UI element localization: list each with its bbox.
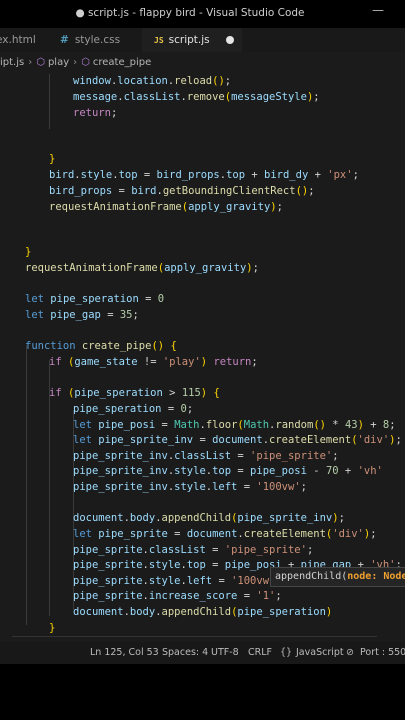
unsaved-dot-icon[interactable] <box>226 36 234 44</box>
tab-style-css[interactable]: # style.css <box>60 28 140 52</box>
line-ending[interactable]: CRLF <box>248 642 272 664</box>
tab-label: style.css <box>74 34 121 46</box>
live-server-port[interactable]: Port : 5500 <box>360 642 405 664</box>
code-line[interactable]: } <box>49 152 55 168</box>
tab-bar: ex.html # style.css JS script.js <box>0 28 405 52</box>
code-line[interactable]: bird.style.top = bird_props.top + bird_d… <box>49 168 359 184</box>
code-line[interactable]: pipe_sprite.style.left = '100vw'; <box>73 574 282 590</box>
code-line[interactable]: pipe_speration = 0; <box>73 402 193 418</box>
code-line[interactable]: pipe_sprite_inv.classList = 'pipe_sprite… <box>73 449 339 465</box>
code-line[interactable]: } <box>25 245 31 261</box>
broadcast-icon: ⊘ <box>346 647 354 658</box>
breadcrumb-play[interactable]: play <box>48 52 69 74</box>
code-line[interactable]: pipe_sprite_inv.style.top = pipe_posi - … <box>73 464 383 480</box>
breadcrumb-create-pipe[interactable]: create_pipe <box>93 52 151 74</box>
code-line[interactable]: message.classList.remove(messageStyle); <box>73 90 320 106</box>
code-line[interactable]: document.body.appendChild(pipe_sprite_in… <box>73 511 345 527</box>
css-icon: # <box>60 34 69 46</box>
title-bar: ● script.js - flappy bird - Visual Studi… <box>0 0 405 26</box>
parameter-hint-popup: appendChild(node: Node <box>270 567 405 587</box>
cube-icon: ⬡ <box>36 57 45 68</box>
breadcrumb-file[interactable]: ipt.js <box>0 52 24 74</box>
code-line[interactable]: } <box>49 621 55 637</box>
code-line[interactable]: let pipe_posi = Math.floor(Math.random()… <box>73 418 396 434</box>
tab-label: ex.html <box>0 34 36 46</box>
code-line[interactable]: document.body.appendChild(pipe_speration… <box>73 605 332 621</box>
indent-guide <box>49 74 50 129</box>
code-line[interactable]: pipe_sprite_inv.style.left = '100vw'; <box>73 480 307 496</box>
chevron-right-icon: › <box>73 57 78 68</box>
indentation[interactable]: Spaces: 4 <box>162 642 208 664</box>
chevron-right-icon: › <box>28 57 33 68</box>
window-title: ● script.js - flappy bird - Visual Studi… <box>75 7 305 19</box>
code-line[interactable]: bird_props = bird.getBoundingClientRect(… <box>49 184 315 200</box>
code-line[interactable]: let pipe_sprite_inv = document.createEle… <box>73 433 402 449</box>
code-line[interactable]: window.location.reload(); <box>73 74 231 90</box>
encoding[interactable]: UTF-8 <box>211 642 239 664</box>
language-mode[interactable]: JavaScript <box>296 642 344 664</box>
code-line[interactable]: return; <box>73 106 117 122</box>
tab-script-js[interactable]: JS script.js <box>142 28 242 52</box>
indent-guide <box>26 345 27 625</box>
breadcrumb: ipt.js › ⬡ play › ⬡ create_pipe <box>0 52 405 74</box>
code-line[interactable]: if (game_state != 'play') return; <box>49 355 258 371</box>
js-icon: JS <box>154 36 164 45</box>
cube-icon: ⬡ <box>81 57 90 68</box>
code-line[interactable]: pipe_sprite.classList = 'pipe_sprite'; <box>73 543 313 559</box>
hint-param: node: Node <box>347 571 405 582</box>
braces-icon: {} <box>280 647 293 658</box>
code-line[interactable]: if (pipe_speration > 115) { <box>49 386 220 402</box>
code-line[interactable]: requestAnimationFrame(apply_gravity); <box>25 261 259 277</box>
code-line[interactable]: let pipe_speration = 0 <box>25 292 164 308</box>
minimize-button[interactable]: — <box>372 3 384 17</box>
tab-label: script.js <box>168 34 210 46</box>
hint-function: appendChild( <box>275 571 348 582</box>
cursor-position[interactable]: Ln 125, Col 53 <box>90 642 159 664</box>
divider <box>12 636 377 637</box>
code-line[interactable]: function create_pipe() { <box>25 339 177 355</box>
code-line[interactable]: let pipe_sprite = document.createElement… <box>73 527 377 543</box>
tab-index-html[interactable]: ex.html <box>0 28 44 52</box>
code-line[interactable]: requestAnimationFrame(apply_gravity); <box>49 200 283 216</box>
status-bar: Ln 125, Col 53 Spaces: 4 UTF-8 CRLF {} J… <box>0 642 405 664</box>
code-line[interactable]: pipe_sprite.increase_score = '1'; <box>73 589 282 605</box>
code-line[interactable]: let pipe_gap = 35; <box>25 308 139 324</box>
